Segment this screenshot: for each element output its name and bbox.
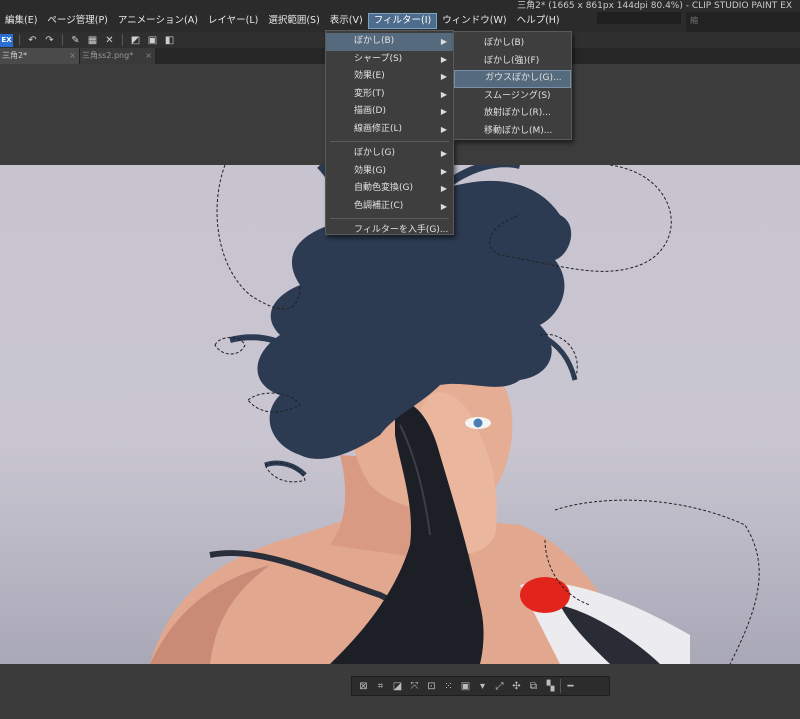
- menu-item-label: シャープ(S): [354, 53, 403, 64]
- drawing-canvas[interactable]: [0, 165, 800, 664]
- menu-item-label: 効果(G): [354, 165, 386, 176]
- menu-animation[interactable]: アニメーション(A): [113, 13, 203, 29]
- filter-menu-get-filters[interactable]: フィルターを入手(G)...: [326, 222, 453, 240]
- submenu-arrow-icon: ▶: [440, 89, 447, 99]
- scale-icon[interactable]: ⤢: [492, 679, 507, 694]
- toolbar-separator: [19, 34, 20, 46]
- menu-item-label: ぼかし(G): [354, 148, 395, 158]
- filter-menu-blur[interactable]: ぼかし(B) ▶: [326, 33, 453, 51]
- command-bar-field[interactable]: [597, 12, 681, 24]
- tab-document-1[interactable]: 三角2* ×: [0, 48, 80, 64]
- menu-item-label: 効果(E): [354, 71, 385, 81]
- transform-icon[interactable]: ◩: [129, 34, 142, 47]
- submenu-arrow-icon: ▶: [440, 54, 447, 64]
- submenu-blur[interactable]: ぼかし(B): [454, 35, 571, 53]
- toolbar-separator: [122, 34, 123, 46]
- deselect-icon[interactable]: ⊠: [356, 679, 371, 694]
- title-menu-bar: 三角2* (1665 x 861px 144dpi 80.4%) - CLIP …: [0, 0, 800, 32]
- filter-menu-sharpen[interactable]: シャープ(S) ▶: [326, 51, 453, 69]
- filter-menu-color-correction[interactable]: 色調補正(C) ▶: [326, 198, 453, 216]
- filter-menu-transform[interactable]: 変形(T) ▶: [326, 86, 453, 104]
- menu-row: 編集(E) ページ管理(P) アニメーション(A) レイヤー(L) 選択範囲(S…: [0, 13, 565, 29]
- redo-icon[interactable]: ↷: [43, 34, 56, 47]
- menu-separator: [330, 218, 449, 219]
- menu-item-label: 自動色変換(G): [354, 183, 413, 193]
- illustration: [150, 165, 760, 664]
- clear-icon[interactable]: ✕: [103, 34, 116, 47]
- submenu-arrow-icon: ▶: [440, 72, 447, 81]
- submenu-arrow-icon: ▶: [440, 124, 447, 134]
- menu-item-label: 色調補正(C): [354, 200, 404, 211]
- panel-icon[interactable]: ◧: [163, 34, 176, 47]
- filter-menu-effect[interactable]: 効果(E) ▶: [326, 68, 453, 86]
- submenu-motion-blur[interactable]: 移動ぼかし(M)...: [454, 123, 571, 141]
- submenu-arrow-icon: ▶: [440, 184, 447, 193]
- menu-separator: [330, 141, 449, 142]
- close-icon[interactable]: ×: [69, 48, 76, 64]
- menu-item-label: 線画修正(L): [354, 123, 403, 134]
- selection-launcher: ⊠ ⌗ ◪ ⤧ ⊡ ⁙ ▣ ▾ ⤢ ✣ ⧉ ▚ ━: [351, 676, 610, 696]
- submenu-arrow-icon: ▶: [440, 149, 447, 158]
- filter-menu-render[interactable]: 描画(D) ▶: [326, 103, 453, 121]
- submenu-arrow-icon: ▶: [440, 107, 447, 116]
- menu-selection[interactable]: 選択範囲(S): [263, 13, 324, 29]
- copy-paste-icon[interactable]: ⧉: [526, 679, 541, 694]
- submenu-radial-blur[interactable]: 放射ぼかし(R)...: [454, 105, 571, 123]
- filter-menu-effect-plugin[interactable]: 効果(G) ▶: [326, 163, 453, 181]
- menu-edit[interactable]: 編集(E): [0, 13, 42, 29]
- submenu-gaussian-blur[interactable]: ガウスぼかし(G)...: [454, 70, 571, 88]
- tab-label: 三角ss2.png*: [82, 51, 134, 60]
- undo-icon[interactable]: ↶: [26, 34, 39, 47]
- submenu-arrow-icon: ▶: [440, 37, 447, 46]
- menu-layer[interactable]: レイヤー(L): [203, 13, 263, 29]
- menu-item-label: ぼかし(B): [354, 36, 395, 46]
- submenu-arrow-icon: ▶: [440, 166, 447, 176]
- hair-strand: [229, 334, 287, 348]
- dropdown-arrow-icon[interactable]: ▾: [475, 679, 490, 694]
- close-icon[interactable]: ×: [145, 48, 152, 64]
- tab-label: 三角2*: [2, 51, 28, 60]
- menu-help[interactable]: ヘルプ(H): [512, 13, 565, 29]
- submenu-arrow-icon: ▶: [440, 201, 447, 211]
- filter-menu-line-correction[interactable]: 線画修正(L) ▶: [326, 121, 453, 139]
- submenu-blur-strong[interactable]: ぼかし(強)(F): [454, 53, 571, 71]
- grid-icon[interactable]: ▦: [86, 34, 99, 47]
- clear-outside-icon[interactable]: ⁙: [441, 679, 456, 694]
- blur-submenu: ぼかし(B) ぼかし(強)(F) ガウスぼかし(G)... スムージング(S) …: [453, 31, 572, 140]
- menu-page-management[interactable]: ページ管理(P): [42, 13, 112, 29]
- crop-icon[interactable]: ⌗: [373, 679, 388, 694]
- menu-item-label: 描画(D): [354, 106, 386, 116]
- submenu-smoothing[interactable]: スムージング(S): [454, 88, 571, 106]
- iris: [473, 418, 483, 428]
- red-accent: [520, 577, 570, 613]
- hair-strand: [264, 460, 307, 477]
- right-panel-label: 縮: [690, 16, 698, 25]
- menu-view[interactable]: 表示(V): [325, 13, 368, 29]
- pen-icon[interactable]: ✎: [69, 34, 82, 47]
- filter-menu: ぼかし(B) ▶ シャープ(S) ▶ 効果(E) ▶ 変形(T) ▶ 描画(D)…: [325, 30, 454, 235]
- invert-selection-icon[interactable]: ◪: [390, 679, 405, 694]
- right-panel-tab[interactable]: 縮: [686, 12, 800, 32]
- menu-window[interactable]: ウィンドウ(W): [437, 13, 511, 29]
- expand-selection-icon[interactable]: ⤧: [407, 679, 422, 694]
- menu-item-label: 変形(T): [354, 88, 385, 99]
- convert-icon[interactable]: ▚: [543, 679, 558, 694]
- menu-item-label: フィルターを入手(G)...: [354, 225, 449, 235]
- tab-document-2[interactable]: 三角ss2.png* ×: [80, 48, 156, 64]
- toolbar-separator: [560, 679, 561, 693]
- shrink-selection-icon[interactable]: ⊡: [424, 679, 439, 694]
- menu-filter[interactable]: フィルター(I): [367, 13, 438, 29]
- filter-menu-blur-plugin[interactable]: ぼかし(G) ▶: [326, 145, 453, 163]
- layer-icon[interactable]: ▣: [146, 34, 159, 47]
- menu-dash-icon[interactable]: ━: [563, 679, 578, 694]
- toolbar-separator: [62, 34, 63, 46]
- move-icon[interactable]: ✣: [509, 679, 524, 694]
- filter-menu-auto-color[interactable]: 自動色変換(G) ▶: [326, 180, 453, 198]
- window-title: 三角2* (1665 x 861px 144dpi 80.4%) - CLIP …: [517, 1, 792, 11]
- fill-selection-icon[interactable]: ▣: [458, 679, 473, 694]
- app-logo-icon[interactable]: EX: [0, 33, 13, 47]
